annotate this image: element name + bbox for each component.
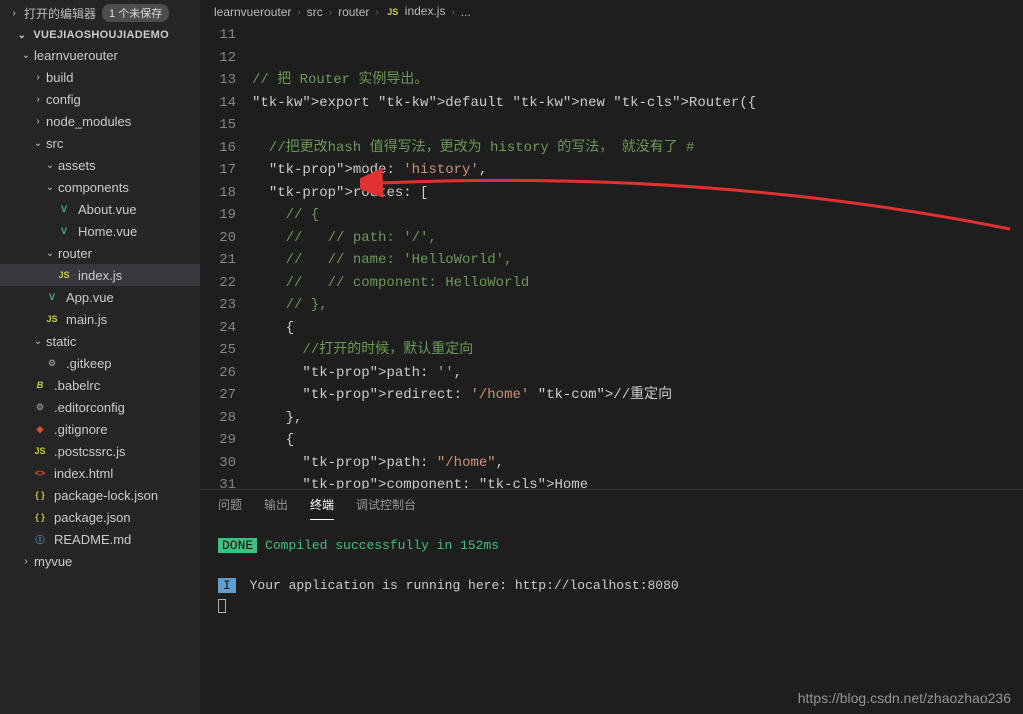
chevron-right-icon: › [329,7,332,18]
chevron-down-icon: ⌄ [16,30,28,41]
file-item[interactable]: VAbout.vue [0,198,200,220]
breadcrumb-item[interactable]: src [307,5,323,19]
chevron-right-icon: › [32,116,44,127]
folder-label: router [58,246,92,261]
folder-item[interactable]: ›node_modules [0,110,200,132]
file-item[interactable]: ⚙.editorconfig [0,396,200,418]
chevron-down-icon: ⌄ [32,138,44,149]
file-label: package-lock.json [54,488,158,503]
folder-label: assets [58,158,96,173]
folder-item[interactable]: ⌄router [0,242,200,264]
watermark: https://blog.csdn.net/zhaozhao236 [798,690,1011,706]
folder-label: learnvuerouter [34,48,118,63]
file-item[interactable]: VHome.vue [0,220,200,242]
compile-status: Compiled successfully in 152ms [265,538,499,553]
breadcrumb-item[interactable]: router [338,5,369,19]
terminal-panel: 问题输出终端调试控制台 DONE Compiled successfully i… [200,489,1023,714]
file-item[interactable]: { }package-lock.json [0,484,200,506]
folder-label: src [46,136,63,151]
line-gutter: 1112131415161718192021222324252627282930… [200,24,252,489]
file-label: .gitignore [54,422,107,437]
folder-item[interactable]: ⌄src [0,132,200,154]
file-label: App.vue [66,290,114,305]
info-icon: I [218,578,236,593]
open-editors-label: 打开的编辑器 [24,5,96,22]
editor-area: learnvuerouter › src › router › JSindex.js ›...… [200,0,1023,714]
chevron-down-icon: ⌄ [32,336,44,347]
file-label: README.md [54,532,131,547]
file-label: .postcssrc.js [54,444,126,459]
breadcrumb-item[interactable]: learnvuerouter [214,5,291,19]
file-item[interactable]: B.babelrc [0,374,200,396]
chevron-right-icon: › [8,8,20,19]
folder-label: myvue [34,554,72,569]
panel-tabs: 问题输出终端调试控制台 [200,490,1023,520]
chevron-right-icon: › [32,72,44,83]
file-label: .gitkeep [66,356,112,371]
folder-item[interactable]: ⌄assets [0,154,200,176]
done-badge: DONE [218,538,257,553]
file-label: package.json [54,510,131,525]
folder-label: build [46,70,73,85]
file-tree: ⌄learnvuerouter›build›config›node_module… [0,44,200,572]
file-item[interactable]: JSmain.js [0,308,200,330]
chevron-right-icon: › [32,94,44,105]
open-editors-header[interactable]: › 打开的编辑器 1 个未保存 [0,0,200,26]
file-item[interactable]: ⓘREADME.md [0,528,200,550]
panel-tab[interactable]: 问题 [218,496,242,520]
file-label: index.html [54,466,113,481]
chevron-right-icon: › [451,7,454,18]
file-item[interactable]: JS.postcssrc.js [0,440,200,462]
terminal-body[interactable]: DONE Compiled successfully in 152ms I Yo… [200,520,1023,632]
terminal-cursor [218,599,226,613]
chevron-down-icon: ⌄ [44,248,56,259]
code-editor[interactable]: 1112131415161718192021222324252627282930… [200,24,1023,489]
file-label: index.js [78,268,122,283]
unsaved-badge: 1 个未保存 [102,4,169,22]
folder-item[interactable]: ⌄learnvuerouter [0,44,200,66]
folder-item[interactable]: ›config [0,88,200,110]
folder-item[interactable]: ⌄components [0,176,200,198]
chevron-right-icon: › [297,7,300,18]
sidebar: › 打开的编辑器 1 个未保存 ⌄ VUEJIAOSHOUJIADEMO ⌄le… [0,0,200,714]
chevron-right-icon: › [20,556,32,567]
js-file-icon: JS [385,4,401,20]
file-item[interactable]: JSindex.js [0,264,200,286]
panel-tab[interactable]: 输出 [264,496,288,520]
chevron-down-icon: ⌄ [20,50,32,61]
file-item[interactable]: ⚙.gitkeep [0,352,200,374]
file-item[interactable]: { }package.json [0,506,200,528]
panel-tab[interactable]: 调试控制台 [356,496,416,520]
chevron-right-icon: › [375,7,378,18]
code-content[interactable]: // 把 Router 实例导出。 "tk-kw">export "tk-kw"… [252,24,1023,489]
file-item[interactable]: ◆.gitignore [0,418,200,440]
file-item[interactable]: <>index.html [0,462,200,484]
breadcrumb-item[interactable]: JSindex.js [385,4,446,20]
server-url-text: Your application is running here: http:/… [250,578,679,593]
folder-item[interactable]: ›build [0,66,200,88]
file-label: .editorconfig [54,400,125,415]
file-label: main.js [66,312,107,327]
folder-label: static [46,334,76,349]
folder-label: components [58,180,129,195]
folder-item[interactable]: ›myvue [0,550,200,572]
folder-label: node_modules [46,114,131,129]
file-item[interactable]: VApp.vue [0,286,200,308]
file-label: .babelrc [54,378,100,393]
panel-tab[interactable]: 终端 [310,496,334,520]
chevron-down-icon: ⌄ [44,160,56,171]
project-root[interactable]: ⌄ VUEJIAOSHOUJIADEMO [0,26,200,44]
folder-item[interactable]: ⌄static [0,330,200,352]
breadcrumb-item[interactable]: ... [461,5,471,19]
file-label: About.vue [78,202,137,217]
chevron-down-icon: ⌄ [44,182,56,193]
file-label: Home.vue [78,224,137,239]
folder-label: config [46,92,81,107]
breadcrumb[interactable]: learnvuerouter › src › router › JSindex.js ›... [200,0,1023,24]
